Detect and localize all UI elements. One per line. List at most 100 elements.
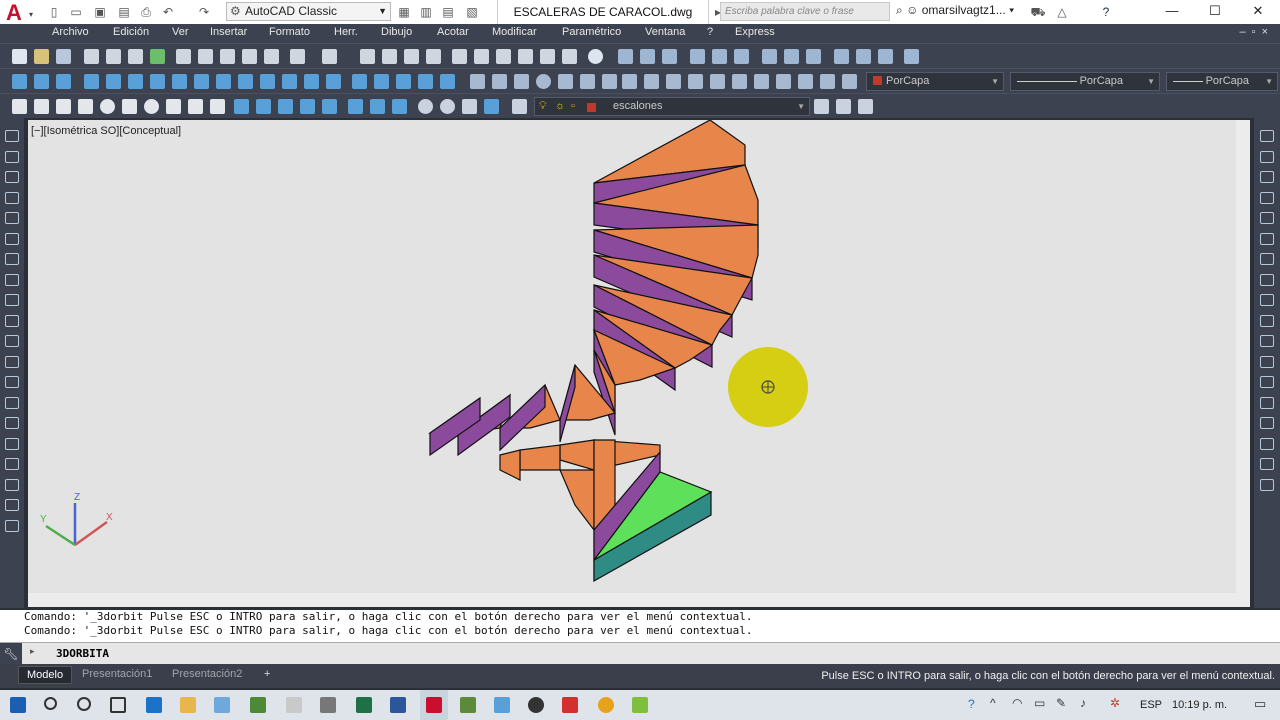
save-icon[interactable]: [56, 49, 71, 64]
make-current-icon[interactable]: [814, 99, 829, 114]
dim-diameter-icon[interactable]: [762, 49, 777, 64]
mtext-icon[interactable]: [798, 74, 813, 89]
new-icon[interactable]: [12, 49, 27, 64]
help-tray-icon[interactable]: ?: [968, 697, 975, 711]
text-icon[interactable]: [622, 74, 637, 89]
modify-tool-icon[interactable]: [1260, 417, 1274, 429]
insert-block-icon[interactable]: [644, 74, 659, 89]
modify-tool-icon[interactable]: [1260, 396, 1274, 409]
windows-start-icon[interactable]: [10, 697, 26, 713]
acrobat-icon[interactable]: [562, 697, 578, 713]
menu-ventana[interactable]: Ventana: [645, 26, 685, 38]
draw-tool-icon[interactable]: [5, 417, 19, 429]
draw-tool-icon[interactable]: [5, 519, 19, 532]
workspace-icon-2[interactable]: ▥: [418, 4, 434, 20]
paste-icon[interactable]: [220, 49, 235, 64]
layer-previous-icon[interactable]: [836, 99, 851, 114]
orbit-icon[interactable]: [418, 99, 433, 114]
clock[interactable]: 10:19 p. m.: [1172, 699, 1227, 711]
chrome-icon[interactable]: [598, 697, 614, 713]
modify-tool-icon[interactable]: [1260, 478, 1274, 491]
region-icon[interactable]: [732, 74, 747, 89]
binoculars-icon[interactable]: ⌕: [896, 3, 903, 17]
copy-icon[interactable]: [198, 49, 213, 64]
menu-formato[interactable]: Formato: [269, 26, 310, 38]
gradient-icon[interactable]: [710, 74, 725, 89]
minimize-button[interactable]: —: [1150, 0, 1194, 24]
draw-tool-icon[interactable]: [5, 212, 19, 224]
app-4-icon[interactable]: [528, 697, 544, 713]
close-button[interactable]: ✕: [1236, 0, 1280, 24]
draw-tool-icon[interactable]: [5, 478, 19, 491]
dim-aligned-icon[interactable]: [640, 49, 655, 64]
undo-icon[interactable]: [290, 49, 305, 64]
menu-help[interactable]: ?: [707, 26, 713, 38]
maximize-button[interactable]: ☐: [1193, 0, 1237, 24]
app-2-icon[interactable]: [460, 697, 476, 713]
tab-model[interactable]: Modelo: [18, 666, 73, 684]
app-green-icon[interactable]: [250, 697, 266, 713]
color-control[interactable]: PorCapa ▼: [866, 72, 1004, 91]
spline-icon[interactable]: [580, 74, 595, 89]
sheet-set-icon[interactable]: [518, 49, 533, 64]
draw-tool-icon[interactable]: [5, 355, 19, 368]
3d-array-icon[interactable]: [440, 74, 455, 89]
view-se-iso-icon[interactable]: [370, 99, 385, 114]
polysolid-icon[interactable]: [12, 74, 27, 89]
helix-icon[interactable]: [188, 99, 203, 114]
vertical-scrollbar[interactable]: [1236, 120, 1250, 607]
cone-icon[interactable]: [84, 74, 99, 89]
zoom-previous-icon[interactable]: [426, 49, 441, 64]
undo-icon[interactable]: ↶: [160, 4, 176, 20]
network-icon[interactable]: ✲: [1110, 696, 1120, 710]
save-icon[interactable]: ▣: [92, 4, 108, 20]
sweep-icon[interactable]: [238, 74, 253, 89]
draw-tool-icon[interactable]: [5, 150, 19, 163]
modify-tool-icon[interactable]: [1260, 171, 1274, 183]
plot-icon[interactable]: [84, 49, 99, 64]
help-icon[interactable]: ?: [1098, 4, 1114, 20]
revolve-icon[interactable]: [260, 74, 275, 89]
menu-parametrico[interactable]: Paramétrico: [562, 26, 621, 38]
view-front-icon[interactable]: [234, 99, 249, 114]
torus-solid-icon[interactable]: [144, 99, 159, 114]
cylinder-icon[interactable]: [128, 74, 143, 89]
modify-tool-icon[interactable]: [1260, 458, 1274, 470]
dim-space-icon[interactable]: [878, 49, 893, 64]
tray-chevron-icon[interactable]: ^: [990, 696, 996, 710]
lineweight-control[interactable]: PorCapa ▼: [1166, 72, 1278, 91]
draw-tool-icon[interactable]: [5, 437, 19, 450]
edge-icon[interactable]: [146, 697, 162, 713]
cut-icon[interactable]: [176, 49, 191, 64]
draw-tool-icon[interactable]: [5, 294, 19, 306]
redo-icon[interactable]: ↷: [196, 4, 212, 20]
match-properties-icon[interactable]: [242, 49, 257, 64]
zoom-window-icon[interactable]: [404, 49, 419, 64]
modify-tool-icon[interactable]: [1260, 355, 1274, 368]
box-icon[interactable]: [34, 74, 49, 89]
paint-icon[interactable]: [286, 697, 302, 713]
free-orbit-icon[interactable]: [440, 99, 455, 114]
user-account[interactable]: ⌕ ☺ omarsilvagtz1... ▾: [896, 3, 1014, 18]
search-input[interactable]: Escriba palabra clave o frase: [720, 2, 890, 21]
extrude-icon[interactable]: [194, 74, 209, 89]
draw-tool-icon[interactable]: [5, 130, 19, 142]
dim-linear-icon[interactable]: [618, 49, 633, 64]
3d-print-icon[interactable]: [150, 49, 165, 64]
modify-tool-icon[interactable]: [1260, 314, 1274, 327]
modify-tool-icon[interactable]: [1260, 376, 1274, 388]
word-icon[interactable]: [390, 697, 406, 713]
dim-angular-icon[interactable]: [784, 49, 799, 64]
modify-tool-icon[interactable]: [1260, 437, 1274, 450]
wedge-icon[interactable]: [56, 74, 71, 89]
modify-tool-icon[interactable]: [1260, 191, 1274, 204]
app-5-icon[interactable]: [632, 697, 648, 713]
menu-modificar[interactable]: Modificar: [492, 26, 537, 38]
draw-tool-icon[interactable]: [5, 458, 19, 470]
horizontal-scrollbar[interactable]: [28, 593, 1236, 607]
3d-wireframe-icon[interactable]: [12, 99, 27, 114]
pyramid-solid-icon[interactable]: [166, 99, 181, 114]
construction-line-icon[interactable]: [492, 74, 507, 89]
modify-tool-icon[interactable]: [1260, 130, 1274, 142]
layer-properties-icon[interactable]: [512, 99, 527, 114]
